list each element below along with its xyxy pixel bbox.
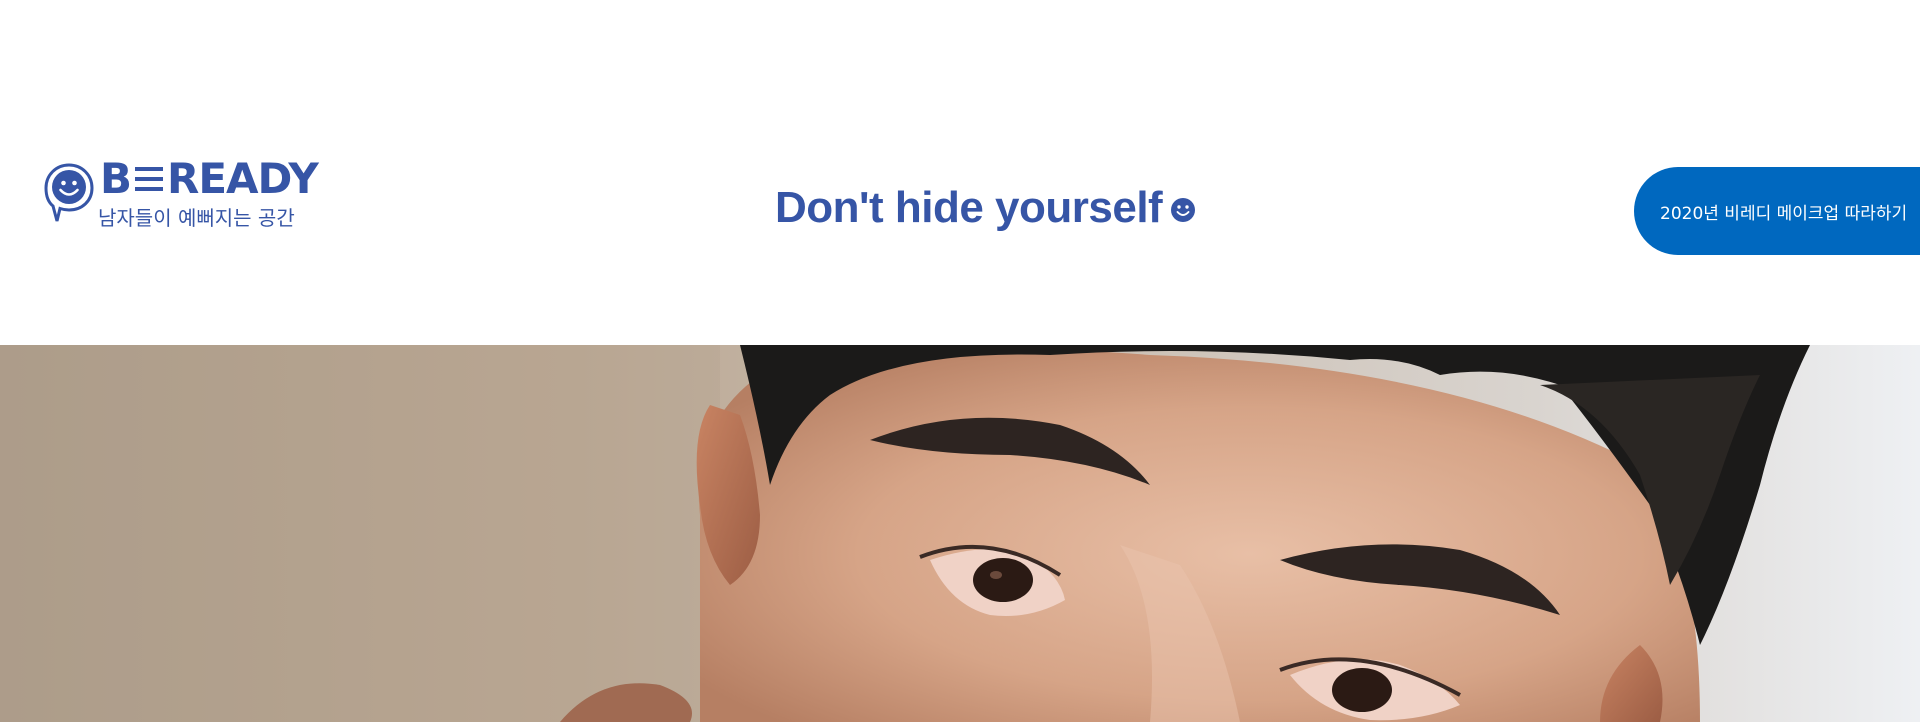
makeup-tutorial-button-label: 2020년 비레디 메이크업 따라하기 bbox=[1660, 203, 1908, 224]
logo-wordmark-end: READY bbox=[167, 154, 319, 203]
makeup-tutorial-button[interactable]: 2020년 비레디 메이크업 따라하기 bbox=[1634, 167, 1920, 255]
site-header: B READY 남자들이 예뻐지는 공간 Don't hide yourself… bbox=[0, 0, 1920, 345]
page-headline: Don't hide yourself bbox=[775, 178, 1196, 238]
smile-icon bbox=[1171, 198, 1196, 222]
logo-tagline: 남자들이 예뻐지는 공간 bbox=[98, 206, 295, 230]
brand-logo[interactable]: B READY 남자들이 예뻐지는 공간 bbox=[44, 154, 334, 240]
smile-speech-bubble-icon bbox=[44, 163, 94, 222]
logo-wordmark-start: B bbox=[100, 154, 132, 203]
hero-portrait-image bbox=[0, 345, 1920, 722]
logo-wordmark: B READY bbox=[100, 154, 319, 203]
logo-e-glyph-icon bbox=[133, 163, 165, 195]
portrait-photo bbox=[0, 345, 1920, 722]
headline-text: Don't hide yourself bbox=[775, 183, 1163, 232]
